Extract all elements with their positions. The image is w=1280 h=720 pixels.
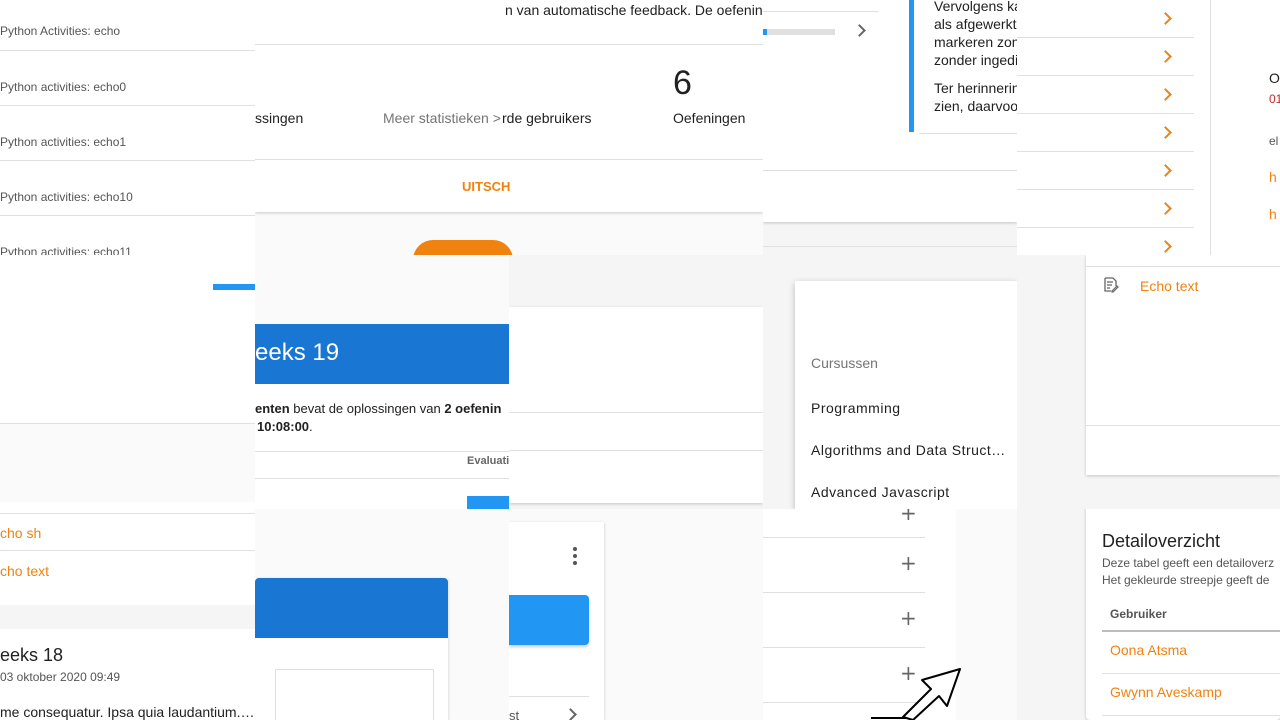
mouse-cursor-icon (871, 668, 961, 720)
info-text: Vervolgens ka als afgewerkt-markeren zon z… (934, 0, 1017, 114)
list-item[interactable]: Python Activities: echo (0, 24, 120, 38)
side-date: 01 (1269, 92, 1280, 106)
detail-description: Deze tabel geeft een detailoverz Het gekl… (1102, 556, 1275, 587)
user-link[interactable]: Oona Atsma (1110, 642, 1187, 658)
side-link[interactable]: h (1269, 206, 1277, 222)
list-item[interactable]: Python activities: echo10 (0, 190, 133, 204)
tab-submissions[interactable]: UITSCH (462, 179, 510, 194)
chevron-list-tile: ON 01 el h h (1017, 0, 1280, 255)
list-item-text: st (509, 708, 520, 720)
series-date: 03 oktober 2020 09:49 (0, 670, 121, 684)
series-description: enten bevat de oplossingen van 2 oefenin (255, 401, 502, 416)
column-evaluation: Evaluati (467, 455, 509, 467)
side-header: ON (1269, 70, 1280, 86)
list-item[interactable]: Python activities: echo11 (0, 245, 132, 255)
list-item[interactable]: Python activities: echo1 (0, 135, 126, 149)
stat-value-exercises: 6 (673, 64, 692, 102)
plus-icon[interactable]: + (900, 606, 917, 630)
blank-card-tile (509, 255, 763, 509)
menu-item-course[interactable]: Programming (811, 400, 1007, 416)
column-user: Gebruiker (1110, 607, 1167, 621)
side-label: el (1269, 134, 1279, 148)
detail-title: Detailoverzicht (1102, 531, 1221, 551)
statistics-tile: n van automatische feedback. De oefenin … (255, 0, 763, 255)
primary-button[interactable] (509, 595, 589, 645)
series-title: eeks 19 (255, 339, 340, 366)
series-title: eeks 18 (0, 645, 64, 665)
course-menu-tile: Cursussen Programming Algorithms and Dat… (763, 255, 1017, 509)
more-vert-icon[interactable] (573, 547, 577, 565)
exercise-link[interactable]: Echo text (1140, 278, 1198, 294)
plus-icon[interactable]: + (900, 551, 917, 575)
menu-item-course[interactable]: Algorithms and Data Structures (811, 442, 1007, 458)
series-18-tile: cho sh cho text eeks 18 03 oktober 2020 … (0, 509, 255, 720)
menu-card-tile: st (509, 509, 763, 720)
series-text: me consequatur. Ipsa quia laudantium. Qu (0, 704, 255, 720)
blue-card-tile (255, 509, 509, 720)
more-stats-link[interactable]: Meer statistieken > (383, 110, 501, 126)
stat-label-users: rde gebruikers (502, 110, 592, 126)
echo-item-tile: Echo text (1017, 255, 1280, 509)
exercise-link[interactable]: cho sh (0, 525, 41, 541)
stat-label-exercises: Oefeningen (673, 110, 746, 126)
activity-list-tile: Python Activities: echo Python activitie… (0, 0, 255, 255)
plus-icon[interactable]: + (900, 509, 917, 525)
series-19-tile: eeks 19 enten bevat de oplossingen van 2… (255, 255, 509, 509)
plus-list-tile: + + + + (763, 509, 1017, 720)
progress-bar (763, 29, 835, 35)
blue-fragment-tile (0, 255, 255, 509)
orange-fab[interactable] (413, 240, 513, 255)
user-link[interactable]: Gwynn Aveskamp (1110, 684, 1222, 700)
side-link[interactable]: h (1269, 169, 1277, 185)
info-tile: Vervolgens ka als afgewerkt-markeren zon z… (907, 0, 1017, 170)
list-item[interactable]: Python activities: echo0 (0, 80, 126, 94)
stat-label-solutions: ssingen (255, 110, 304, 126)
feedback-text: n van automatische feedback. De oefenin (505, 2, 763, 18)
edit-document-icon (1104, 277, 1119, 293)
menu-section-courses: Cursussen (811, 355, 878, 371)
menu-item-course[interactable]: Advanced Javascript (811, 484, 1007, 500)
exercise-link[interactable]: cho text (0, 563, 49, 579)
detail-overview-tile: Detailoverzicht Deze tabel geeft een det… (1017, 509, 1280, 720)
